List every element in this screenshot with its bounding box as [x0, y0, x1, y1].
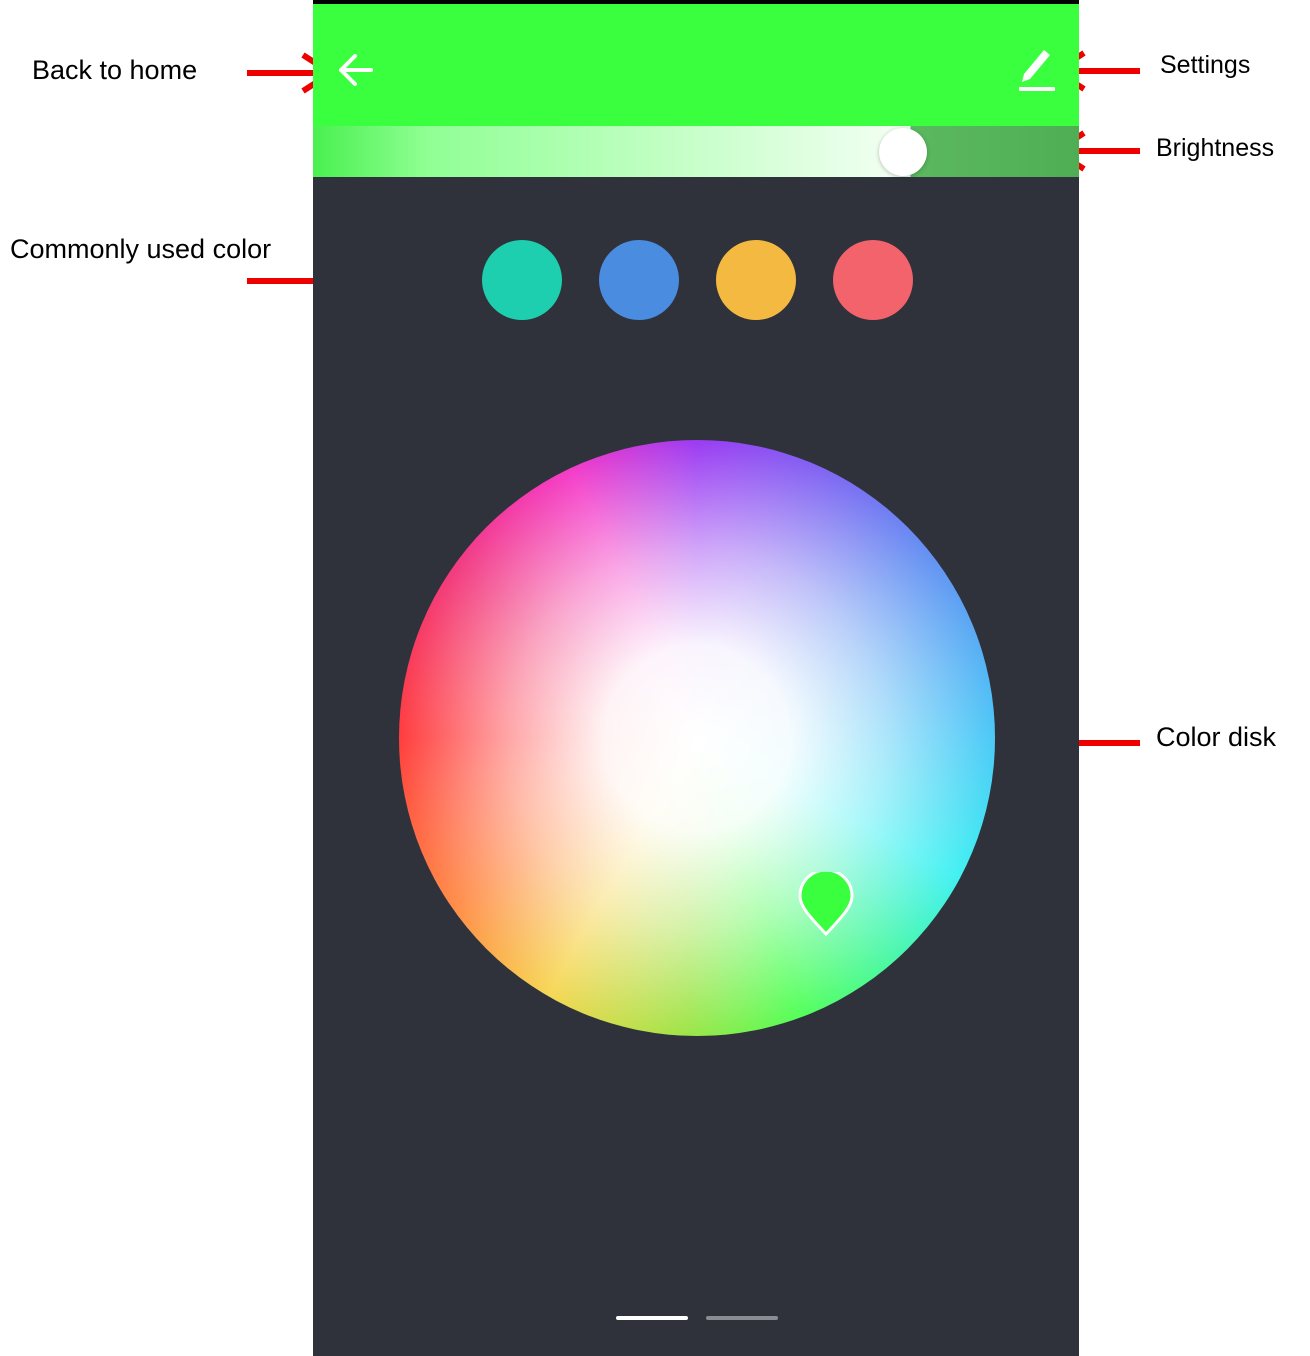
color-wheel-saturation-overlay [399, 440, 995, 1036]
annotation-back-label: Back to home [32, 55, 198, 85]
color-wheel[interactable] [399, 440, 995, 1036]
annotation-common-color-label: Commonly used color [10, 234, 272, 264]
map-pin-icon[interactable] [797, 872, 855, 938]
settings-button[interactable] [1013, 46, 1059, 94]
pencil-edit-icon [1019, 50, 1055, 91]
page-indicator-1[interactable] [616, 1316, 688, 1320]
swatch-color-3[interactable] [716, 240, 796, 320]
annotation-settings-label: Settings [1160, 51, 1251, 79]
annotation-brightness-label: Brightness [1156, 134, 1275, 162]
phone-screen [313, 0, 1079, 1356]
brightness-slider-track[interactable] [313, 126, 1079, 177]
swatch-color-2[interactable] [599, 240, 679, 320]
page-indicator-2[interactable] [706, 1316, 778, 1320]
annotation-color-disk-label: Color disk [1156, 722, 1277, 752]
arrow-left-icon [339, 54, 373, 86]
app-header [313, 4, 1079, 177]
back-button[interactable] [335, 48, 379, 92]
brightness-slider-thumb[interactable] [878, 128, 927, 176]
swatch-color-1[interactable] [482, 240, 562, 320]
swatch-color-4[interactable] [833, 240, 913, 320]
